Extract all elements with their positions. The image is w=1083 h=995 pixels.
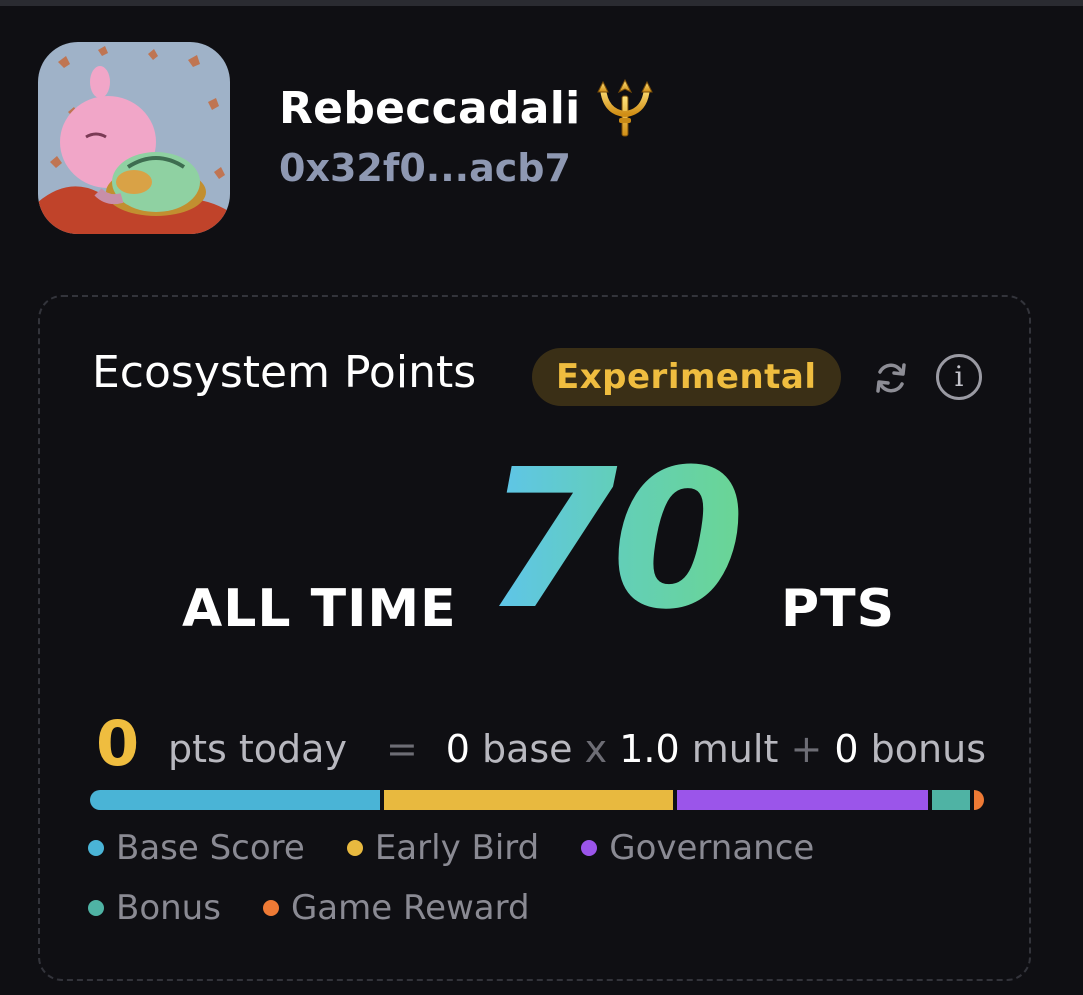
today-points: 0 [96, 707, 140, 780]
today-label: pts today [168, 727, 347, 771]
mult-value: 1.0 [619, 727, 680, 771]
equals-sign: = [386, 727, 418, 771]
legend-dot [581, 840, 598, 856]
bar-segment-base-score [90, 790, 380, 810]
bar-segment-bonus [932, 790, 971, 810]
legend-item-early-bird: Early Bird [346, 828, 540, 868]
legend-label: Game Reward [290, 888, 530, 928]
bar-segment-early-bird [383, 790, 674, 810]
points-breakdown-bar [90, 790, 984, 810]
experimental-badge: Experimental [532, 348, 841, 406]
top-divider [0, 0, 1083, 6]
today-row: 0 pts today = 0 base x 1.0 mult + 0 bonu… [96, 709, 986, 779]
legend-label: Base Score [116, 828, 305, 868]
base-value: 0 [445, 727, 470, 771]
base-label: base [481, 727, 573, 771]
bar-segment-governance [677, 790, 929, 810]
mult-label: mult [691, 727, 779, 771]
legend-item-game-reward: Game Reward [262, 888, 530, 928]
avatar[interactable] [38, 42, 230, 234]
wallet-address[interactable]: 0x32f0...acb7 [279, 146, 571, 190]
ecosystem-points-card: Ecosystem Points Experimental i ALL TIME… [38, 295, 1031, 981]
avatar-image [38, 42, 230, 234]
legend-dot [346, 840, 363, 856]
legend-item-base-score: Base Score [88, 828, 305, 868]
legend-label: Governance [609, 828, 815, 868]
plus-sign: + [790, 727, 823, 771]
all-time-label: ALL TIME [182, 579, 457, 639]
card-title: Ecosystem Points [92, 347, 477, 398]
bar-segment-game-reward [974, 790, 984, 810]
bonus-value: 0 [834, 727, 859, 771]
legend-dot [262, 900, 279, 916]
times-sign: x [584, 727, 608, 771]
legend-dot [88, 900, 104, 916]
points-unit: PTS [781, 579, 896, 639]
points-formula: 0 base x 1.0 mult + 0 bonus [446, 727, 986, 771]
legend-label: Early Bird [374, 828, 540, 868]
info-icon[interactable]: i [936, 354, 982, 400]
bonus-label: bonus [870, 727, 986, 771]
legend-item-bonus: Bonus [88, 888, 221, 928]
legend-label: Bonus [116, 888, 221, 928]
all-time-points: 70 [484, 429, 745, 652]
legend-item-governance: Governance [581, 828, 815, 868]
username-row: Rebeccadali [279, 78, 655, 137]
trident-icon [596, 78, 653, 137]
breakdown-legend: Base Score Early Bird Governance Bonus Game … [88, 828, 988, 928]
legend-dot [88, 840, 104, 856]
refresh-icon[interactable] [871, 358, 911, 398]
username: Rebeccadali [279, 82, 581, 134]
